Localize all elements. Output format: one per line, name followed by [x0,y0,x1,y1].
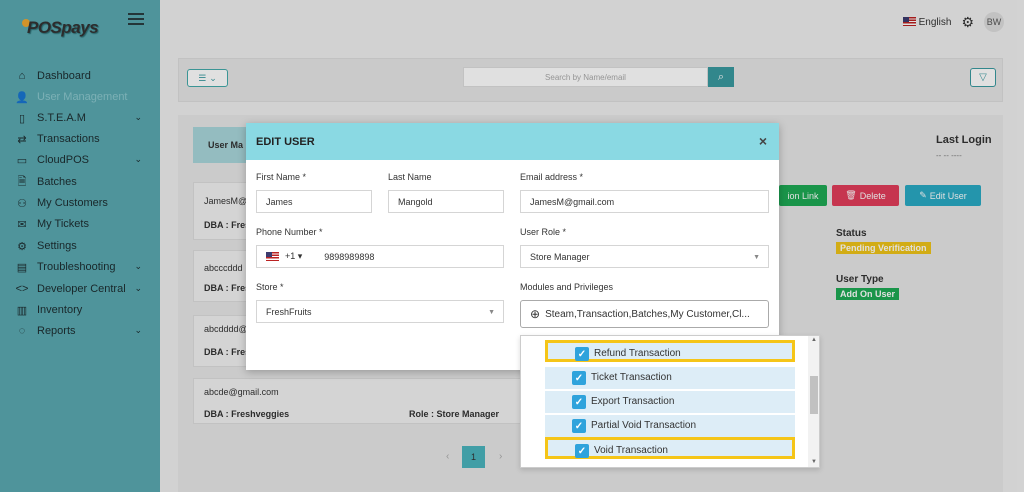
user-role-select[interactable]: Store Manager ▼ [520,245,769,268]
us-flag-icon [266,252,279,261]
phone-label: Phone Number * [256,227,323,237]
modal-header: EDIT USER [246,123,779,160]
dropdown-caret-icon: ▼ [753,254,760,261]
edit-user-modal: EDIT USER × First Name * James Last Name… [246,123,779,370]
checkbox-checked-icon[interactable]: ✓ [572,371,586,385]
checkbox-checked-icon[interactable]: ✓ [572,395,586,409]
modal-title: EDIT USER [256,135,315,148]
scroll-down-icon[interactable]: ▼ [811,459,817,465]
privilege-option-partial-void[interactable]: ✓ Partial Void Transaction [545,415,795,437]
country-code-select[interactable]: +1 ▾ [285,251,302,262]
checkbox-checked-icon[interactable]: ✓ [572,419,586,433]
user-role-label: User Role * [520,227,567,237]
privilege-option-ticket[interactable]: ✓ Ticket Transaction [545,367,795,389]
scroll-up-icon[interactable]: ▲ [811,337,817,343]
modules-label: Modules and Privileges [520,282,614,292]
privilege-option-export[interactable]: ✓ Export Transaction [545,391,795,413]
first-name-label: First Name * [256,172,307,182]
privilege-option-refund[interactable]: ✓ Refund Transaction [545,340,795,362]
modules-select[interactable]: ⊕ Steam,Transaction,Batches,My Customer,C… [520,300,769,328]
close-icon[interactable]: × [759,133,767,149]
dropdown-caret-icon: ▼ [488,309,495,316]
phone-field[interactable]: +1 ▾ 9898989898 [256,245,504,268]
last-name-label: Last Name [388,172,432,182]
last-name-field[interactable]: Mangold [388,190,504,213]
scrollbar-thumb[interactable] [810,376,818,414]
store-select[interactable]: FreshFruits ▼ [256,300,504,323]
email-label: Email address * [520,172,584,182]
checkbox-checked-icon[interactable]: ✓ [575,444,589,458]
first-name-field[interactable]: James [256,190,372,213]
email-field[interactable]: JamesM@gmail.com [520,190,769,213]
privilege-option-void[interactable]: ✓ Void Transaction [545,437,795,459]
privileges-dropdown[interactable]: ✓ Refund Transaction ✓ Ticket Transaction … [520,335,820,468]
phone-number: 9898989898 [324,251,375,262]
store-label: Store * [256,282,284,292]
checkbox-checked-icon[interactable]: ✓ [575,347,589,361]
plus-circle-icon: ⊕ [530,307,541,321]
